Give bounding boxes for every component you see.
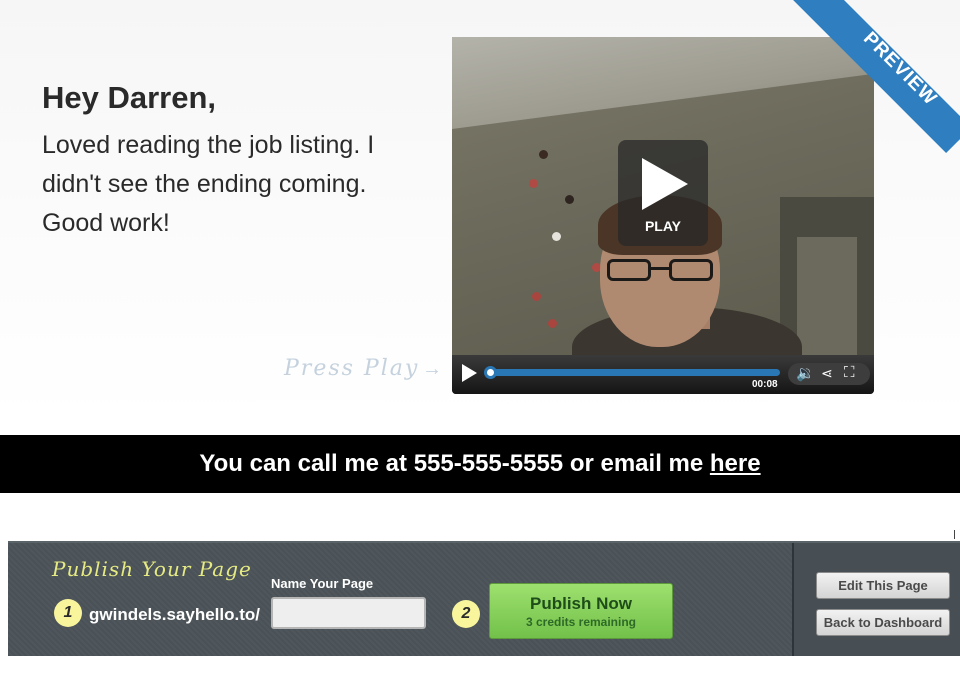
progress-handle[interactable] bbox=[484, 366, 497, 379]
play-icon[interactable] bbox=[462, 364, 477, 382]
play-icon bbox=[642, 158, 688, 210]
glasses-lens bbox=[607, 259, 651, 281]
video-frame[interactable]: PLAY bbox=[452, 37, 874, 355]
video-player[interactable]: PLAY 00:08 🔉 ⋖ ⛶ bbox=[452, 37, 874, 394]
publish-main-section: Publish Your Page 1 gwindels.sayhello.to… bbox=[8, 543, 794, 656]
press-play-hint: Press Play bbox=[284, 356, 420, 381]
video-scene-dot bbox=[539, 150, 548, 159]
glasses-lens bbox=[669, 259, 713, 281]
time-display: 00:08 bbox=[752, 379, 778, 390]
video-scene-doorway bbox=[797, 237, 857, 355]
video-scene-dot bbox=[532, 292, 541, 301]
progress-bar[interactable] bbox=[488, 369, 780, 376]
name-your-page-label: Name Your Page bbox=[271, 576, 374, 591]
greeting-message: Loved reading the job listing. I didn't … bbox=[42, 131, 375, 237]
step-2-badge: 2 bbox=[452, 600, 480, 628]
publish-now-label: Publish Now bbox=[530, 594, 632, 613]
glasses-bridge bbox=[651, 267, 671, 270]
video-controls: 00:08 🔉 ⋖ ⛶ bbox=[452, 355, 874, 394]
publish-panel: Publish Your Page 1 gwindels.sayhello.to… bbox=[8, 541, 960, 656]
share-icon[interactable]: ⋖ bbox=[821, 365, 833, 382]
page-name-input[interactable] bbox=[271, 597, 426, 629]
publish-heading: Publish Your Page bbox=[52, 557, 252, 581]
greeting-title: Hey Darren, bbox=[42, 80, 217, 115]
contact-text: You can call me at 555-555-5555 or email… bbox=[199, 450, 710, 477]
publish-now-button[interactable]: Publish Now 3 credits remaining bbox=[489, 583, 673, 639]
video-scene-ceiling bbox=[452, 37, 874, 129]
video-scene-dot bbox=[548, 319, 557, 328]
video-scene-dot bbox=[565, 195, 574, 204]
domain-prefix: gwindels.sayhello.to/ bbox=[89, 605, 260, 624]
step-1-badge: 1 bbox=[54, 599, 82, 627]
video-scene-dot bbox=[529, 179, 538, 188]
volume-icon[interactable]: 🔉 bbox=[796, 364, 815, 382]
edit-page-button[interactable]: Edit This Page bbox=[816, 572, 950, 599]
side-actions: Edit This Page Back to Dashboard bbox=[794, 543, 960, 656]
email-link[interactable]: here bbox=[710, 450, 761, 477]
play-overlay-button[interactable]: PLAY bbox=[618, 140, 708, 246]
video-person-glasses bbox=[607, 259, 715, 283]
back-to-dashboard-button[interactable]: Back to Dashboard bbox=[816, 609, 950, 636]
credits-remaining: 3 credits remaining bbox=[525, 615, 637, 629]
arrow-right-icon: → bbox=[422, 358, 442, 380]
video-control-group: 🔉 ⋖ ⛶ bbox=[788, 363, 870, 385]
contact-bar: You can call me at 555-555-5555 or email… bbox=[0, 435, 960, 493]
video-scene-dot bbox=[552, 232, 561, 241]
divider-tick bbox=[954, 530, 955, 539]
fullscreen-icon[interactable]: ⛶ bbox=[844, 364, 855, 381]
play-overlay-label: PLAY bbox=[644, 218, 682, 234]
